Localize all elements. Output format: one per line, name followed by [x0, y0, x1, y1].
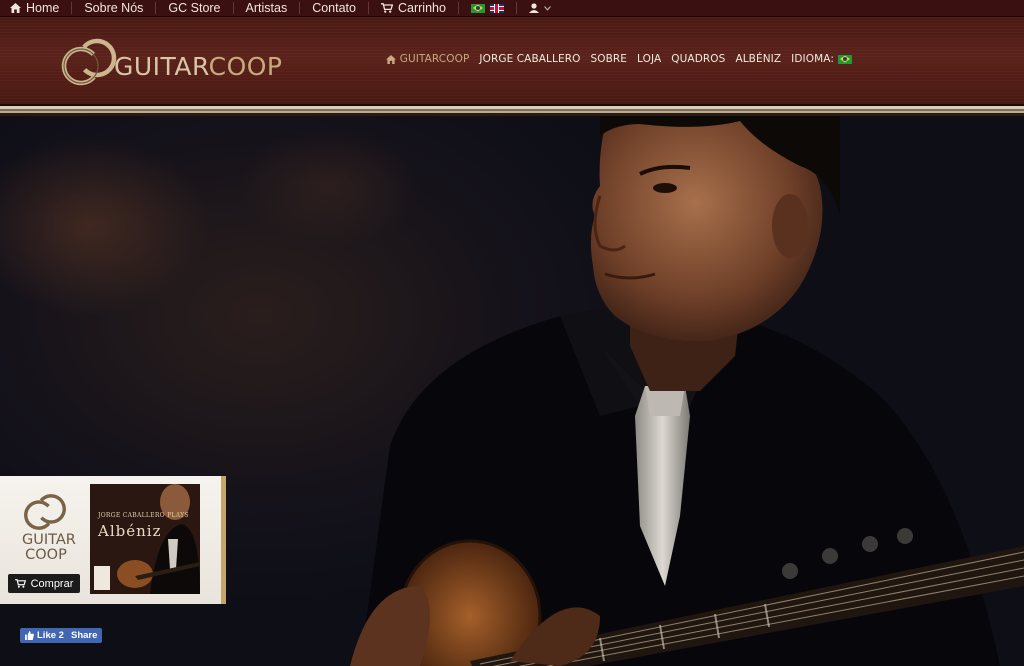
nav-quadros-label: QUADROS [671, 53, 726, 65]
nav-guitarcoop-label: GUITARCOOP [399, 53, 470, 65]
topbar-artists-link[interactable]: Artistas [234, 0, 300, 17]
nav-loja-label: LOJA [637, 53, 662, 65]
nav-sobre-label: SOBRE [590, 53, 628, 65]
nav-language[interactable]: IDIOMA: [791, 53, 852, 65]
home-icon [385, 54, 396, 64]
topbar-about-label: Sobre Nós [84, 1, 144, 15]
home-icon [10, 3, 21, 13]
topbar-home-label: Home [26, 1, 60, 15]
nav-quadros[interactable]: QUADROS [671, 53, 725, 65]
logo-wordmark: GUITARCOOP [114, 52, 283, 81]
topbar-cart-link[interactable]: Carrinho [369, 0, 458, 17]
album-cover[interactable]: JORGE CABALLERO PLAYS Albéniz [90, 484, 200, 594]
user-icon [528, 3, 539, 13]
brazil-flag-icon [838, 54, 852, 64]
topbar-about-link[interactable]: Sobre Nós [72, 0, 155, 17]
chevron-down-icon [543, 5, 551, 11]
topbar-contact-link[interactable]: Contato [300, 0, 368, 17]
nav-sobre[interactable]: SOBRE [590, 53, 627, 65]
topbar-contact-label: Contato [312, 1, 356, 15]
guitarcoop-emblem-icon [24, 494, 66, 530]
facebook-share-label: Share [71, 630, 98, 641]
logo-text-coop: COOP [208, 51, 283, 81]
facebook-share-button[interactable]: Share [66, 628, 103, 643]
nav-albeniz-label: ALBÉNIZ [735, 53, 782, 65]
cart-icon [380, 3, 393, 13]
language-flags [459, 3, 516, 13]
buy-button-label: Comprar [30, 577, 74, 590]
brazil-flag-icon[interactable] [470, 3, 485, 13]
nav-language-label: IDIOMA: [791, 53, 834, 65]
user-menu-dropdown[interactable] [517, 0, 563, 17]
header-trim [0, 104, 1024, 116]
topbar-artists-label: Artistas [245, 1, 288, 15]
main-navigation: GUITARCOOP JORGE CABALLERO SOBRE LOJA QU… [385, 53, 852, 65]
album-title: Albéniz [98, 522, 162, 540]
facebook-like-label: Like 2 [37, 630, 64, 641]
logo-text-guitar: GUITAR [114, 51, 209, 81]
topbar-cart-label: Carrinho [397, 1, 446, 15]
promo-logo-line1: GUITAR [22, 532, 76, 548]
uk-flag-icon[interactable] [489, 3, 504, 13]
album-artist-line: JORGE CABALLERO PLAYS [98, 512, 189, 519]
nav-albeniz[interactable]: ALBÉNIZ [735, 53, 781, 65]
nav-jorge-caballero[interactable]: JORGE CABALLERO [479, 53, 580, 65]
topbar-store-link[interactable]: GC Store [156, 0, 232, 17]
topbar-home-link[interactable]: Home [8, 0, 71, 17]
album-plays: PLAYS [167, 512, 189, 519]
promo-logo-line2: COOP [25, 547, 67, 563]
guitarcoop-emblem-icon [61, 38, 117, 86]
promo-logo-text: GUITAR COOP [22, 532, 76, 563]
topbar-store-label: GC Store [168, 1, 221, 15]
facebook-like-button[interactable]: Like 2 [20, 628, 69, 643]
buy-button[interactable]: Comprar [8, 574, 80, 593]
album-artist: JORGE CABALLERO [98, 512, 165, 519]
cart-icon [14, 579, 26, 588]
nav-guitarcoop[interactable]: GUITARCOOP [385, 53, 470, 65]
site-logo[interactable]: GUITARCOOP [60, 36, 283, 88]
thumbs-up-icon [25, 631, 34, 640]
nav-jorge-caballero-label: JORGE CABALLERO [479, 53, 581, 65]
top-utility-bar: Home Sobre Nós GC Store Artistas Contato… [0, 0, 1024, 17]
nav-loja[interactable]: LOJA [637, 53, 661, 65]
